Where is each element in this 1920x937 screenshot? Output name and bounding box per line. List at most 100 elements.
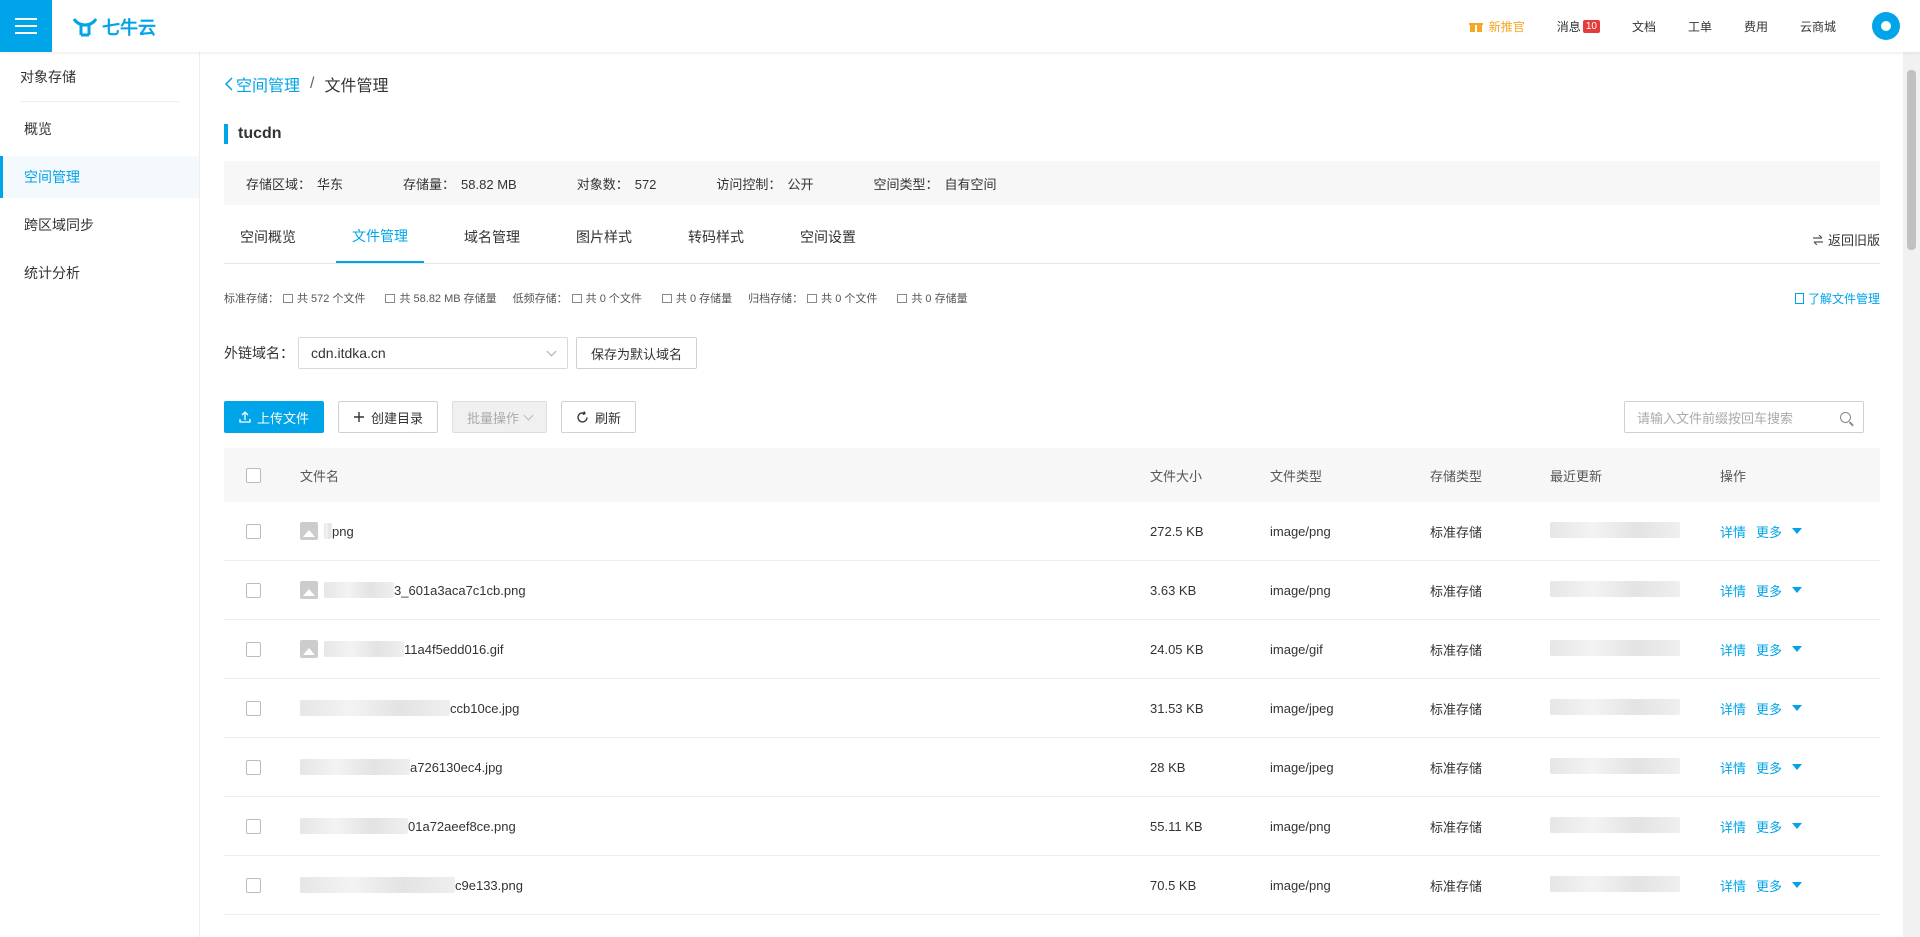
file-name[interactable]: a726130ec4.jpg [410, 760, 503, 775]
table-row: a726130ec4.jpg 28 KB image/jpeg 标准存储 详情更… [224, 738, 1880, 797]
more-link[interactable]: 更多 [1756, 758, 1782, 777]
more-link[interactable]: 更多 [1756, 522, 1782, 541]
save-default-domain-button[interactable]: 保存为默认域名 [576, 337, 698, 369]
header-ops: 操作 [1720, 468, 1747, 484]
search-icon[interactable] [1840, 411, 1851, 423]
detail-link[interactable]: 详情 [1720, 522, 1746, 541]
storage-icon [661, 293, 672, 303]
row-checkbox[interactable] [246, 759, 261, 775]
row-checkbox[interactable] [246, 877, 261, 893]
detail-link[interactable]: 详情 [1720, 817, 1746, 836]
caret-down-icon[interactable] [1792, 587, 1803, 593]
image-file-icon [300, 640, 318, 658]
more-link[interactable]: 更多 [1756, 876, 1782, 895]
file-size: 24.05 KB [1150, 641, 1204, 657]
row-checkbox[interactable] [246, 818, 261, 834]
scrollbar-thumb[interactable] [1907, 70, 1916, 250]
row-checkbox[interactable] [246, 641, 261, 657]
caret-down-icon[interactable] [1792, 705, 1803, 711]
sidebar-item-sync[interactable]: 跨区域同步 [0, 204, 199, 246]
more-link[interactable]: 更多 [1756, 640, 1782, 659]
refresh-button[interactable]: 刷新 [561, 401, 637, 433]
messages-link[interactable]: 消息 10 [1557, 18, 1600, 35]
gift-icon [1468, 21, 1483, 32]
avatar[interactable] [1872, 12, 1900, 40]
logo[interactable]: 七牛云 [72, 14, 156, 40]
detail-link[interactable]: 详情 [1720, 640, 1746, 659]
upload-button[interactable]: 上传文件 [224, 401, 325, 433]
old-version-link[interactable]: 返回旧版 [1812, 230, 1880, 249]
file-toolbar: 上传文件 创建目录 批量操作 刷新 [224, 401, 637, 433]
detail-link[interactable]: 详情 [1720, 876, 1746, 895]
detail-link[interactable]: 详情 [1720, 581, 1746, 600]
tab-overview[interactable]: 空间概览 [224, 211, 312, 263]
breadcrumb-separator: / [310, 75, 315, 92]
file-name[interactable]: png [332, 524, 354, 539]
row-checkbox[interactable] [246, 582, 261, 598]
table-row: c9e133.png 70.5 KB image/png 标准存储 详情 更多 [224, 856, 1880, 915]
redacted-date [1550, 521, 1680, 538]
detail-link[interactable]: 详情 [1720, 699, 1746, 718]
caret-down-icon[interactable] [1792, 528, 1803, 534]
select-all-checkbox[interactable] [246, 467, 261, 483]
file-name[interactable]: ccb10ce.jpg [450, 701, 519, 716]
file-size: 272.5 KB [1150, 523, 1204, 539]
sidebar-item-stats[interactable]: 统计分析 [0, 252, 199, 294]
more-link[interactable]: 更多 [1756, 817, 1782, 836]
billing-link[interactable]: 费用 [1744, 18, 1768, 35]
stats-low: 低频存储：共 0 个文件 [512, 293, 642, 305]
file-name[interactable]: c9e133.png [455, 878, 523, 893]
tab-bar: 空间概览 文件管理 域名管理 图片样式 转码样式 空间设置 [224, 212, 1880, 264]
info-objects: 对象数： 572 [576, 176, 657, 192]
tab-image-styles[interactable]: 图片样式 [560, 211, 648, 263]
redacted-date [1550, 816, 1680, 833]
file-size: 28 KB [1150, 759, 1186, 775]
chevron-down-icon [523, 410, 534, 420]
row-checkbox[interactable] [246, 523, 261, 539]
mall-link[interactable]: 云商城 [1800, 18, 1836, 35]
redacted-date [1550, 639, 1680, 656]
folder-icon [807, 293, 818, 303]
detail-link[interactable]: 详情 [1720, 758, 1746, 777]
breadcrumb-back[interactable]: 空间管理 [224, 72, 300, 96]
file-type: image/png [1270, 582, 1331, 598]
menu-icon[interactable] [0, 0, 52, 52]
file-type: image/png [1270, 877, 1331, 893]
caret-down-icon[interactable] [1792, 882, 1803, 888]
caret-down-icon[interactable] [1792, 646, 1803, 652]
breadcrumb-current: 文件管理 [324, 78, 389, 95]
info-access: 访问控制： 公开 [716, 176, 814, 192]
create-folder-button[interactable]: 创建目录 [338, 401, 439, 433]
domain-select[interactable]: cdn.itdka.cn [298, 337, 568, 369]
caret-down-icon[interactable] [1792, 764, 1803, 770]
more-link[interactable]: 更多 [1756, 581, 1782, 600]
tab-settings[interactable]: 空间设置 [784, 211, 872, 263]
storage-type: 标准存储 [1430, 878, 1483, 894]
file-type: image/png [1270, 818, 1331, 834]
caret-down-icon[interactable] [1792, 823, 1803, 829]
promo-link[interactable]: 新推官 [1468, 18, 1525, 35]
tab-domains[interactable]: 域名管理 [448, 211, 536, 263]
tab-files[interactable]: 文件管理 [336, 211, 424, 263]
search-input[interactable]: 请输入文件前缀按回车搜索 [1624, 401, 1864, 433]
file-name[interactable]: 01a72aeef8ce.png [408, 819, 516, 834]
sidebar-item-overview[interactable]: 概览 [0, 108, 199, 150]
upload-icon [239, 411, 251, 423]
file-name[interactable]: 11a4f5edd016.gif [404, 642, 504, 657]
docs-link[interactable]: 文档 [1632, 18, 1656, 35]
table-row: ccb10ce.jpg 31.53 KB image/jpeg 标准存储 详情更… [224, 679, 1880, 738]
redacted-date [1550, 698, 1680, 715]
header-size: 文件大小 [1150, 468, 1203, 484]
sidebar-item-buckets[interactable]: 空间管理 [0, 156, 199, 198]
tab-transcode[interactable]: 转码样式 [672, 211, 760, 263]
file-size: 3.63 KB [1150, 582, 1197, 598]
file-name[interactable]: 3_601a3aca7c1cb.png [394, 583, 526, 598]
scrollbar[interactable] [1903, 52, 1920, 937]
table-row: png 272.5 KB image/png 标准存储 详情 更多 [224, 502, 1880, 561]
storage-icon [385, 293, 396, 303]
batch-actions-button[interactable]: 批量操作 [452, 401, 548, 433]
learn-file-management-link[interactable]: 了解文件管理 [1794, 290, 1880, 307]
more-link[interactable]: 更多 [1756, 699, 1782, 718]
tickets-link[interactable]: 工单 [1688, 18, 1712, 35]
row-checkbox[interactable] [246, 700, 261, 716]
